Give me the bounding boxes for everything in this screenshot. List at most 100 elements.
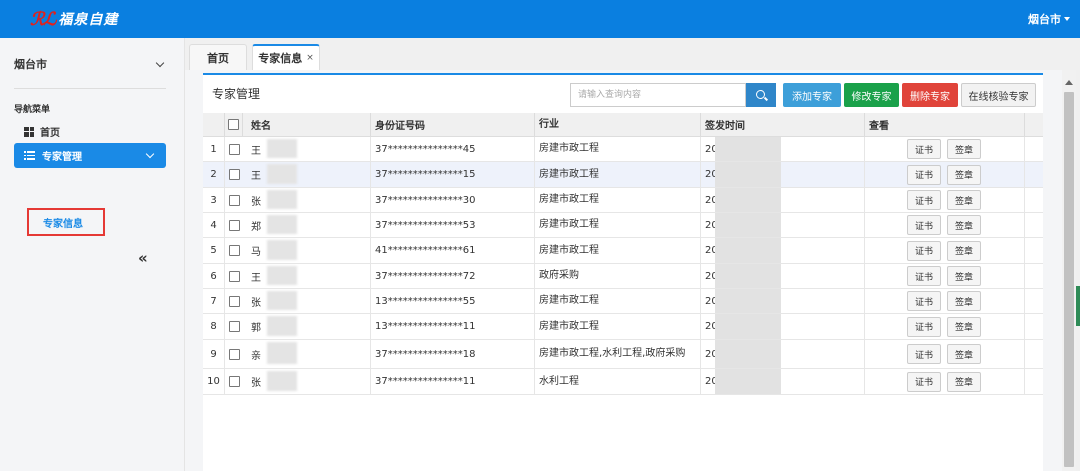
- seal-button[interactable]: 签章: [947, 215, 981, 235]
- row-checkbox[interactable]: [225, 213, 243, 237]
- row-issue-time: 201:36: [701, 314, 865, 339]
- header-view: 查看: [865, 113, 1025, 136]
- row-id-number: 13***************11: [371, 314, 535, 339]
- redaction: [715, 314, 781, 339]
- scroll-up-icon[interactable]: [1065, 80, 1073, 85]
- page-scrollbar[interactable]: [1062, 70, 1076, 471]
- redaction: [267, 164, 297, 184]
- scrollbar-thumb[interactable]: [1064, 92, 1074, 467]
- redaction: [267, 291, 297, 311]
- seal-button[interactable]: 签章: [947, 240, 981, 261]
- table-row[interactable]: 9 亲 37***************18房建市政工程,水利工程,政府采购202…: [203, 340, 1043, 369]
- user-city-menu[interactable]: 烟台市: [1028, 11, 1070, 27]
- table-row[interactable]: 4郑37***************53房建市政工程2027:38证书签章: [203, 213, 1043, 238]
- search-icon: [755, 89, 765, 99]
- sidebar-item-expert-management-label: 专家管理: [42, 152, 82, 163]
- city-select-label: 烟台市: [14, 58, 47, 71]
- certificate-button[interactable]: 证书: [907, 344, 941, 364]
- row-view-actions: 证书 签章: [865, 340, 1025, 368]
- seal-button[interactable]: 签章: [947, 190, 981, 210]
- table-row[interactable]: 7张13***************55房建市政工程2028:14证书签章: [203, 289, 1043, 314]
- row-issue-time: 201:57: [701, 264, 865, 288]
- seal-button[interactable]: 签章: [947, 164, 981, 185]
- select-all-checkbox[interactable]: [225, 113, 243, 136]
- seal-button[interactable]: 签章: [947, 316, 981, 337]
- tab-expert-info[interactable]: 专家信息 ×: [252, 44, 320, 70]
- seal-button[interactable]: 签章: [947, 371, 981, 392]
- row-id-number: 37***************45: [371, 137, 535, 161]
- edit-expert-button[interactable]: 修改专家: [844, 83, 899, 107]
- seal-button[interactable]: 签章: [947, 139, 981, 159]
- redaction: [267, 316, 297, 336]
- row-view-actions: 证书 签章: [865, 369, 1025, 394]
- row-checkbox[interactable]: [225, 162, 243, 187]
- certificate-button[interactable]: 证书: [907, 164, 941, 185]
- table-header: 姓名 身份证号码 行业 签发时间 查看: [203, 113, 1043, 137]
- row-checkbox[interactable]: [225, 137, 243, 161]
- certificate-button[interactable]: 证书: [907, 266, 941, 286]
- sidebar-item-expert-management[interactable]: 专家管理: [14, 143, 166, 168]
- table-row[interactable]: 10张37***************11水利工程202:32证书签章: [203, 369, 1043, 395]
- redaction: [267, 190, 297, 210]
- table-row[interactable]: 8郭13***************11房建市政工程201:36证书签章: [203, 314, 1043, 340]
- seal-button[interactable]: 签章: [947, 291, 981, 311]
- certificate-button[interactable]: 证书: [907, 240, 941, 261]
- add-expert-button[interactable]: 添加专家: [783, 83, 841, 107]
- logo-mark: ℛℒ: [30, 8, 56, 30]
- row-index: 9: [203, 340, 225, 368]
- search-input[interactable]: [570, 83, 746, 107]
- row-checkbox[interactable]: [225, 289, 243, 313]
- row-name: 郑: [243, 213, 371, 237]
- certificate-button[interactable]: 证书: [907, 215, 941, 235]
- row-checkbox[interactable]: [225, 340, 243, 368]
- row-id-number: 41***************61: [371, 238, 535, 263]
- side-edge-tab[interactable]: [1076, 286, 1080, 326]
- row-checkbox[interactable]: [225, 369, 243, 394]
- table-row[interactable]: 3张37***************30房建市政工程2028:59证书签章: [203, 188, 1043, 213]
- row-index: 4: [203, 213, 225, 237]
- row-issue-time: 2028:14: [701, 289, 865, 313]
- certificate-button[interactable]: 证书: [907, 190, 941, 210]
- row-industry: 房建市政工程: [535, 137, 701, 161]
- certificate-button[interactable]: 证书: [907, 371, 941, 392]
- row-name: 张: [243, 289, 371, 313]
- row-index: 7: [203, 289, 225, 313]
- certificate-button[interactable]: 证书: [907, 139, 941, 159]
- row-checkbox[interactable]: [225, 264, 243, 288]
- seal-button[interactable]: 签章: [947, 344, 981, 364]
- verify-expert-button[interactable]: 在线核验专家: [961, 83, 1036, 107]
- row-checkbox[interactable]: [225, 188, 243, 212]
- certificate-button[interactable]: 证书: [907, 291, 941, 311]
- table-row[interactable]: 5马41***************61房建市政工程2039:53证书签章: [203, 238, 1043, 264]
- collapse-sidebar-button[interactable]: «: [138, 249, 148, 267]
- row-industry: 房建市政工程: [535, 188, 701, 212]
- row-issue-time: 2023:58: [701, 340, 865, 368]
- row-issue-time: 209:00: [701, 137, 865, 161]
- row-industry: 政府采购: [535, 264, 701, 288]
- sidebar-item-home[interactable]: 首页: [24, 124, 60, 139]
- tab-home[interactable]: 首页: [189, 44, 247, 70]
- sidebar-item-expert-info[interactable]: 专家信息: [27, 208, 105, 236]
- row-name-text: 张: [251, 378, 261, 389]
- row-industry: 房建市政工程: [535, 314, 701, 339]
- top-bar: ℛℒ 福泉自建 烟台市: [0, 0, 1080, 38]
- delete-expert-button[interactable]: 删除专家: [902, 83, 958, 107]
- redaction: [267, 342, 297, 365]
- table-row[interactable]: 2王37***************15房建市政工程206:05证书签章: [203, 162, 1043, 188]
- header-index: [203, 113, 225, 136]
- table-row[interactable]: 6王37***************72政府采购201:57证书签章: [203, 264, 1043, 289]
- row-checkbox[interactable]: [225, 314, 243, 339]
- expert-panel: 专家管理 添加专家 修改专家 删除专家 在线核验专家 姓名 身份证号码 行业 签…: [203, 73, 1043, 471]
- main-content: 专家管理 添加专家 修改专家 删除专家 在线核验专家 姓名 身份证号码 行业 签…: [185, 70, 1062, 471]
- city-select[interactable]: 烟台市: [14, 56, 166, 72]
- header-issue-time: 签发时间: [701, 113, 865, 136]
- row-id-number: 37***************18: [371, 340, 535, 368]
- search-button[interactable]: [746, 83, 776, 107]
- close-icon[interactable]: ×: [306, 53, 314, 63]
- certificate-button[interactable]: 证书: [907, 316, 941, 337]
- seal-button[interactable]: 签章: [947, 266, 981, 286]
- row-view-actions: 证书 签章: [865, 137, 1025, 161]
- row-checkbox[interactable]: [225, 238, 243, 263]
- row-name: 郭: [243, 314, 371, 339]
- table-row[interactable]: 1王37***************45房建市政工程209:00证书签章: [203, 137, 1043, 162]
